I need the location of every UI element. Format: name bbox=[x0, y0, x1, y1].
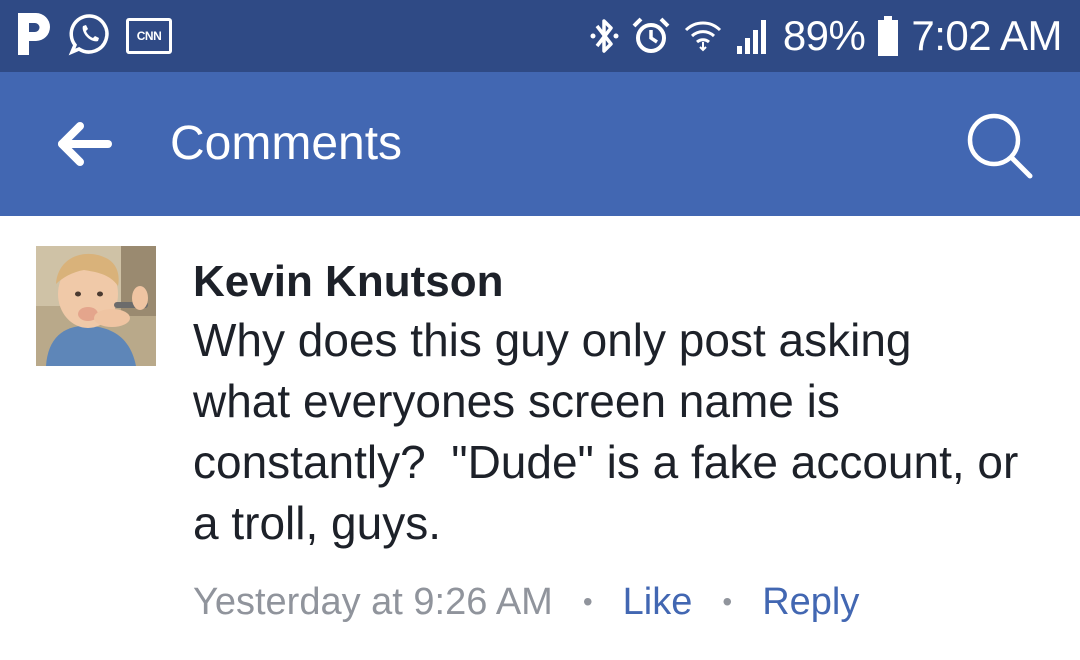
page-title: Comments bbox=[170, 117, 403, 170]
comment-meta: Yesterday at 9:26 AM • Like • Reply bbox=[193, 580, 1063, 624]
author-name[interactable]: Kevin Knutson bbox=[193, 256, 1063, 308]
separator-dot: • bbox=[582, 586, 593, 617]
search-button[interactable] bbox=[964, 110, 1036, 182]
alarm-icon bbox=[631, 16, 671, 56]
status-bar: CNN 89% 7:02 AM bbox=[0, 0, 1080, 72]
search-icon bbox=[964, 113, 1036, 186]
whatsapp-icon bbox=[68, 12, 112, 61]
pandora-icon bbox=[14, 11, 54, 62]
cnn-icon: CNN bbox=[126, 18, 172, 54]
notification-icons: CNN bbox=[14, 10, 172, 62]
timestamp: Yesterday at 9:26 AM bbox=[193, 581, 553, 623]
reply-button[interactable]: Reply bbox=[762, 580, 859, 624]
clock: 7:02 AM bbox=[911, 12, 1062, 59]
battery-icon bbox=[877, 15, 899, 57]
wifi-icon bbox=[683, 16, 723, 56]
back-button[interactable] bbox=[52, 116, 116, 172]
arrow-left-icon bbox=[52, 122, 116, 176]
bluetooth-icon bbox=[589, 16, 619, 56]
separator-dot: • bbox=[722, 586, 733, 617]
comment-text: Why does this guy only post asking what … bbox=[193, 314, 1019, 549]
system-indicators: 89% 7:02 AM bbox=[589, 0, 1062, 72]
signal-icon bbox=[735, 16, 771, 56]
battery-percent: 89% bbox=[782, 12, 866, 59]
comment-body: Kevin Knutson Why does this guy only pos… bbox=[193, 256, 1063, 624]
comment: Kevin Knutson Why does this guy only pos… bbox=[0, 216, 1080, 660]
avatar[interactable] bbox=[36, 246, 156, 366]
app-bar: Comments bbox=[0, 72, 1080, 216]
like-button[interactable]: Like bbox=[623, 580, 693, 624]
